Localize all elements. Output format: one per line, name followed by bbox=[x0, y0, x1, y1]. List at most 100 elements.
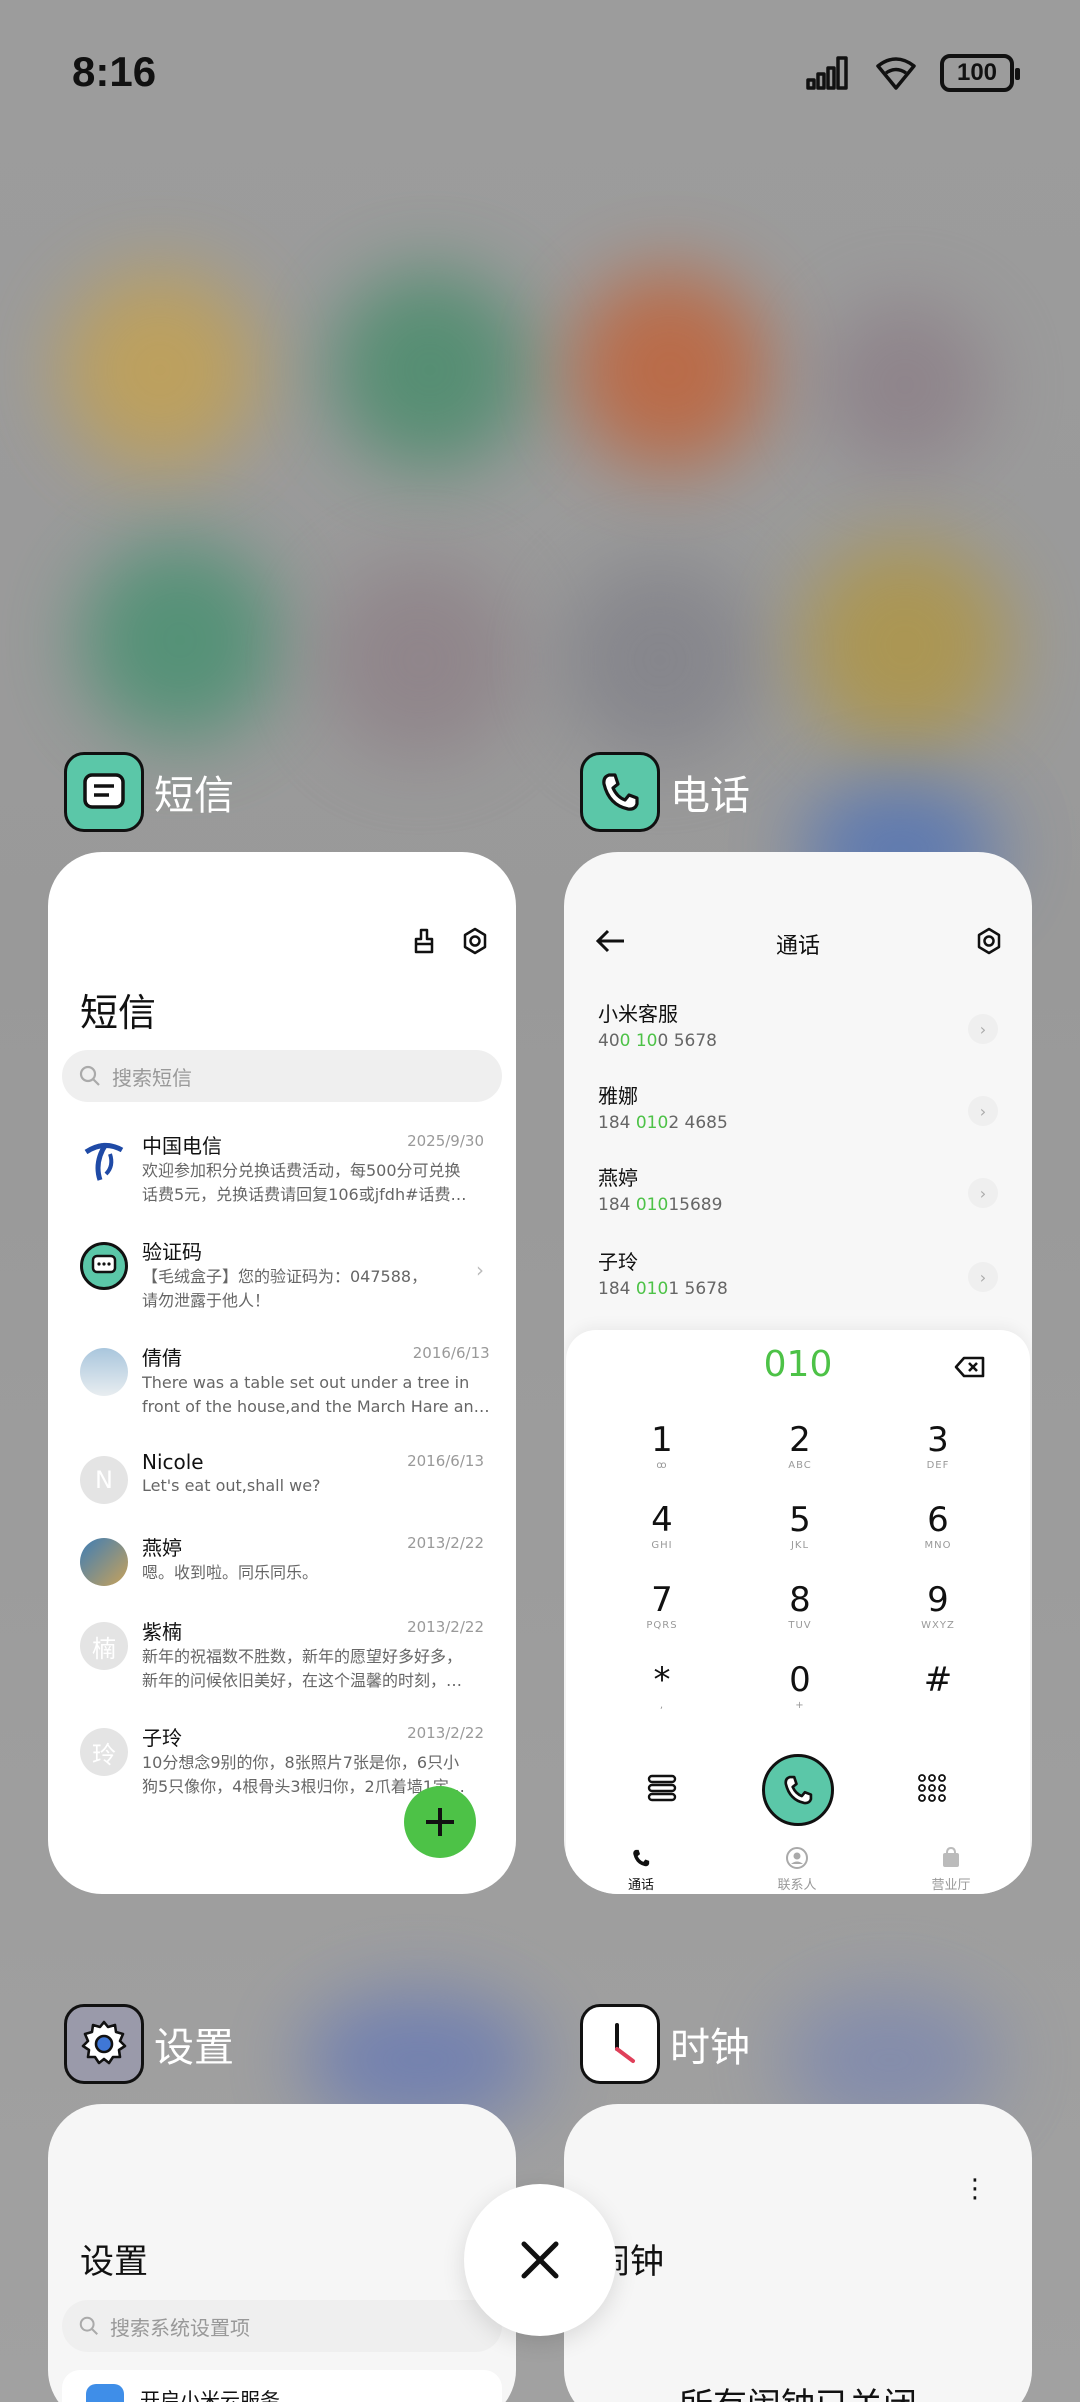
avatar: 楠 bbox=[80, 1622, 128, 1670]
message-preview-line1: Let's eat out,shall we? bbox=[142, 1476, 321, 1495]
message-preview-line1: There was a table set out under a tree i… bbox=[142, 1373, 470, 1392]
cleanup-icon[interactable] bbox=[410, 926, 440, 956]
phone-app-card[interactable]: 通话 小米客服 400 100 5678 › 雅娜 184 0102 4685 … bbox=[564, 852, 1032, 1894]
contact-name: 雅娜 bbox=[598, 1084, 638, 1108]
dialpad: 010 1ꝏ 2 ABC 3 DEF 4 GHI 5 JKL 6 MNO 7 PQRS 8T… bbox=[566, 1330, 1030, 1894]
message-preview-line2: 话费5元，兑换话费请回复106或jfdh#话费… bbox=[142, 1185, 467, 1204]
phone-icon bbox=[784, 1775, 813, 1805]
tab-label: 通话 bbox=[627, 1878, 654, 1893]
clock-time: 8:16 bbox=[72, 48, 157, 95]
dial-key-2[interactable]: 2 ABC bbox=[740, 1420, 860, 1471]
avatar-initial: 玲 bbox=[92, 1740, 116, 1769]
chevron-right-icon[interactable]: › bbox=[968, 1014, 998, 1044]
settings-app-name: 设置 bbox=[154, 2025, 234, 2071]
sms-app-name: 短信 bbox=[154, 773, 234, 819]
battery-icon: 100 bbox=[940, 54, 1020, 92]
mi-cloud-label: 开启小米云服务 bbox=[140, 2388, 280, 2402]
sms-app-header[interactable]: 短信 bbox=[64, 752, 234, 832]
verification-code-icon bbox=[80, 1242, 128, 1290]
clock-app-card[interactable]: ⋮ 闹钟 所有闹钟已关闭 bbox=[564, 2104, 1032, 2402]
message-preview-line1: 新年的祝福数不胜数，新年的愿望好多好多， bbox=[142, 1647, 463, 1666]
phone-app-header[interactable]: 电话 bbox=[580, 752, 750, 832]
tab-calls[interactable]: 通话 bbox=[596, 1846, 686, 1893]
sms-page-title: 短信 bbox=[80, 991, 157, 1035]
avatar-initial: 楠 bbox=[92, 1634, 116, 1663]
settings-search-input[interactable]: 搜索系统设置项 bbox=[62, 2300, 502, 2352]
dial-key-1[interactable]: 1ꝏ bbox=[602, 1420, 722, 1471]
contact-name: 燕婷 bbox=[598, 1166, 638, 1190]
dial-key-star[interactable]: *, bbox=[602, 1660, 722, 1711]
clear-all-button[interactable] bbox=[464, 2184, 616, 2336]
chevron-right-icon[interactable]: › bbox=[968, 1096, 998, 1126]
list-item[interactable]: N Nicole 2016/6/13 Let's eat out,shall w… bbox=[80, 1450, 484, 1530]
contact-name: 小米客服 bbox=[598, 1002, 678, 1026]
battery-level: 100 bbox=[956, 59, 998, 86]
dial-key-0[interactable]: 0 + bbox=[740, 1660, 860, 1711]
dial-key-9[interactable]: 9 WXYZ bbox=[878, 1580, 998, 1631]
mi-cloud-item[interactable]: 开启小米云服务 bbox=[62, 2370, 502, 2402]
message-preview-line1: 【毛绒盒子】您的验证码为：047588， bbox=[142, 1267, 428, 1286]
dial-key-4[interactable]: 4 GHI bbox=[602, 1500, 722, 1551]
signal-icon bbox=[806, 56, 848, 90]
avatar bbox=[80, 1348, 128, 1396]
message-preview-line1: 嗯。收到啦。同乐同乐。 bbox=[142, 1563, 319, 1582]
contact-row[interactable]: 雅娜 184 0102 4685 › bbox=[598, 1080, 998, 1140]
dial-key-7[interactable]: 7 PQRS bbox=[602, 1580, 722, 1631]
more-options-icon[interactable]: ⋮ bbox=[962, 2176, 988, 2202]
contact-number: 184 0101 5678 bbox=[598, 1279, 728, 1299]
china-telecom-logo-icon bbox=[80, 1136, 128, 1184]
dialpad-grid-icon[interactable] bbox=[916, 1772, 948, 1804]
chevron-right-icon[interactable]: › bbox=[968, 1262, 998, 1292]
message-date: 2016/6/13 bbox=[412, 1344, 490, 1362]
phone-app-name: 电话 bbox=[670, 773, 750, 819]
sms-search-input[interactable]: 搜索短信 bbox=[62, 1050, 502, 1102]
settings-app-card[interactable]: 设置 搜索系统设置项 开启小米云服务 bbox=[48, 2104, 516, 2402]
dial-key-3[interactable]: 3 DEF bbox=[878, 1420, 998, 1471]
avatar-initial: N bbox=[95, 1466, 113, 1494]
search-icon bbox=[79, 2316, 98, 2335]
message-date: 2016/6/13 bbox=[407, 1452, 484, 1470]
search-icon bbox=[79, 1065, 100, 1086]
phone-icon bbox=[633, 1849, 650, 1867]
avatar: 玲 bbox=[80, 1728, 128, 1776]
dial-key-5[interactable]: 5 JKL bbox=[740, 1500, 860, 1551]
shopping-bag-icon bbox=[943, 1846, 959, 1867]
tab-contacts[interactable]: 联系人 bbox=[752, 1846, 842, 1893]
chevron-right-icon: › bbox=[476, 1258, 484, 1282]
message-date: 2025/9/30 bbox=[407, 1132, 484, 1150]
contact-row[interactable]: 子玲 184 0101 5678 › bbox=[598, 1246, 998, 1306]
compose-button[interactable] bbox=[404, 1786, 476, 1858]
tab-business-hall[interactable]: 营业厅 bbox=[906, 1846, 996, 1893]
list-item[interactable]: 楠 紫楠 2013/2/22 新年的祝福数不胜数，新年的愿望好多好多， 新年的问… bbox=[80, 1616, 484, 1696]
message-preview-line1: 10分想念9别的你，8张照片7张是你，6只小 bbox=[142, 1753, 460, 1772]
message-date: 2013/2/22 bbox=[407, 1618, 484, 1636]
sms-search-placeholder: 搜索短信 bbox=[112, 1065, 192, 1090]
settings-app-header[interactable]: 设置 bbox=[64, 2004, 234, 2084]
contact-row[interactable]: 燕婷 184 01015689 › bbox=[598, 1162, 998, 1222]
menu-icon[interactable] bbox=[646, 1772, 678, 1804]
settings-gear-icon[interactable] bbox=[974, 926, 1004, 956]
list-item[interactable]: 燕婷 2013/2/22 嗯。收到啦。同乐同乐。 bbox=[80, 1532, 484, 1612]
settings-gear-icon[interactable] bbox=[460, 926, 490, 956]
sms-app-icon bbox=[64, 752, 144, 832]
contact-number: 184 01015689 bbox=[598, 1195, 723, 1215]
dial-key-hash[interactable]: # bbox=[878, 1660, 998, 1700]
clock-app-header[interactable]: 时钟 bbox=[580, 2004, 750, 2084]
contact-name: 子玲 bbox=[598, 1250, 638, 1274]
cloud-icon bbox=[86, 2384, 124, 2402]
list-item[interactable]: 倩倩 2016/6/13 There was a table set out u… bbox=[80, 1342, 490, 1422]
contact-row[interactable]: 小米客服 400 100 5678 › bbox=[598, 998, 998, 1058]
message-preview-line2: 新年的问候依旧美好，在这个温馨的时刻，… bbox=[142, 1671, 463, 1690]
chevron-right-icon[interactable]: › bbox=[968, 1178, 998, 1208]
dial-key-6[interactable]: 6 MNO bbox=[878, 1500, 998, 1551]
list-item[interactable]: 验证码 【毛绒盒子】您的验证码为：047588， 请勿泄露于他人！ › bbox=[80, 1236, 484, 1316]
sms-app-card[interactable]: 短信 搜索短信 中国电信 2025/9/30 欢迎参加积分兑换话费活动，每500… bbox=[48, 852, 516, 1894]
list-item[interactable]: 中国电信 2025/9/30 欢迎参加积分兑换话费活动，每500分可兑换 话费5… bbox=[80, 1130, 484, 1210]
backspace-icon[interactable] bbox=[954, 1356, 986, 1378]
message-date: 2013/2/22 bbox=[407, 1534, 484, 1552]
message-date: 2013/2/22 bbox=[407, 1724, 484, 1742]
dial-key-8[interactable]: 8 TUV bbox=[740, 1580, 860, 1631]
close-icon bbox=[521, 2241, 559, 2279]
call-button[interactable] bbox=[762, 1754, 834, 1826]
wifi-icon bbox=[876, 57, 916, 90]
